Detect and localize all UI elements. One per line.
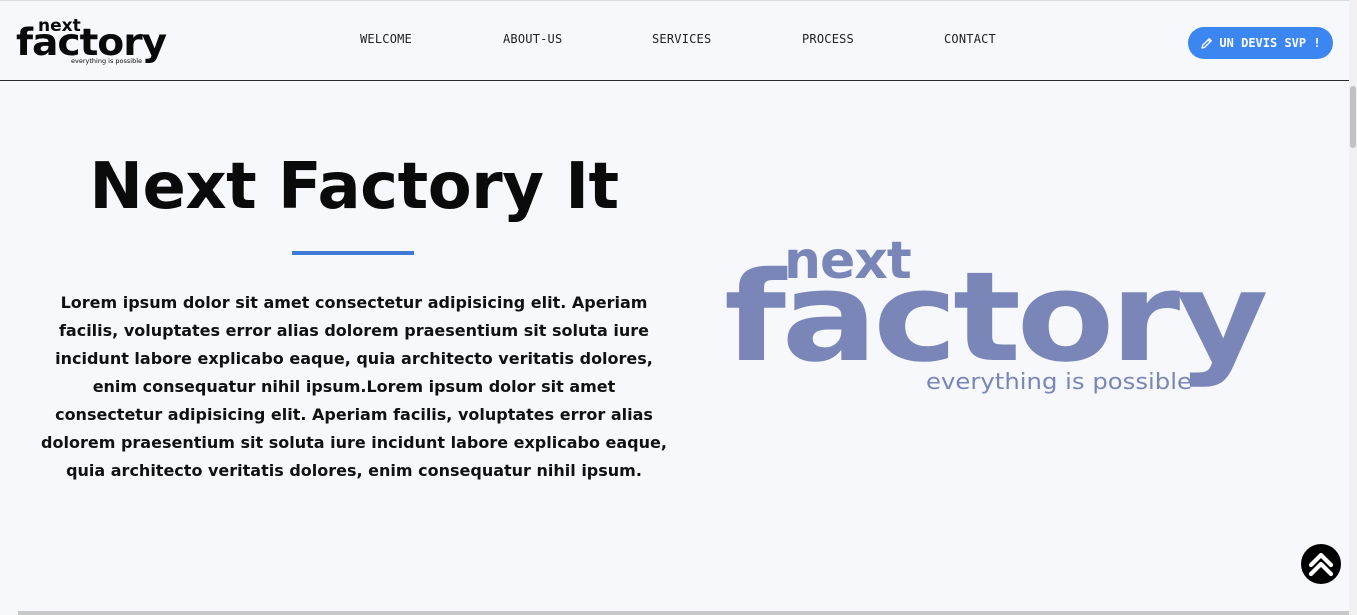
hero-logo: next factory everything is possible: [722, 228, 1270, 404]
horizontal-scrollbar[interactable]: [18, 611, 1349, 615]
quote-request-button[interactable]: UN DEVIS SVP !: [1188, 27, 1333, 59]
nav-item-contact[interactable]: CONTACT: [944, 32, 996, 46]
hero-logo-main: factory: [724, 246, 1266, 390]
nav-item-about-us[interactable]: ABOUT-US: [503, 32, 562, 46]
nav-item-process[interactable]: PROCESS: [802, 32, 854, 46]
pencil-icon: [1200, 37, 1213, 50]
nav-item-welcome[interactable]: WELCOME: [360, 32, 412, 46]
main-nav: WELCOME ABOUT-US SERVICES PROCESS CONTAC…: [0, 32, 1349, 50]
back-to-top-button[interactable]: [1301, 544, 1341, 584]
page: next factory everything is possible WELC…: [0, 0, 1357, 615]
quote-request-label: UN DEVIS SVP !: [1219, 36, 1321, 50]
title-underline: [292, 251, 414, 255]
vertical-scrollbar[interactable]: [1349, 0, 1357, 615]
nav-item-services[interactable]: SERVICES: [652, 32, 711, 46]
scrollbar-thumb[interactable]: [1350, 86, 1356, 148]
header-logo-tagline: everything is possible: [71, 57, 142, 65]
hero-title: Next Factory It: [89, 150, 619, 224]
site-header: next factory everything is possible WELC…: [0, 0, 1349, 81]
hero-description: Lorem ipsum dolor sit amet consectetur a…: [41, 293, 667, 480]
double-chevron-up-icon: [1308, 552, 1334, 577]
hero-logo-tagline: everything is possible: [926, 370, 1192, 395]
